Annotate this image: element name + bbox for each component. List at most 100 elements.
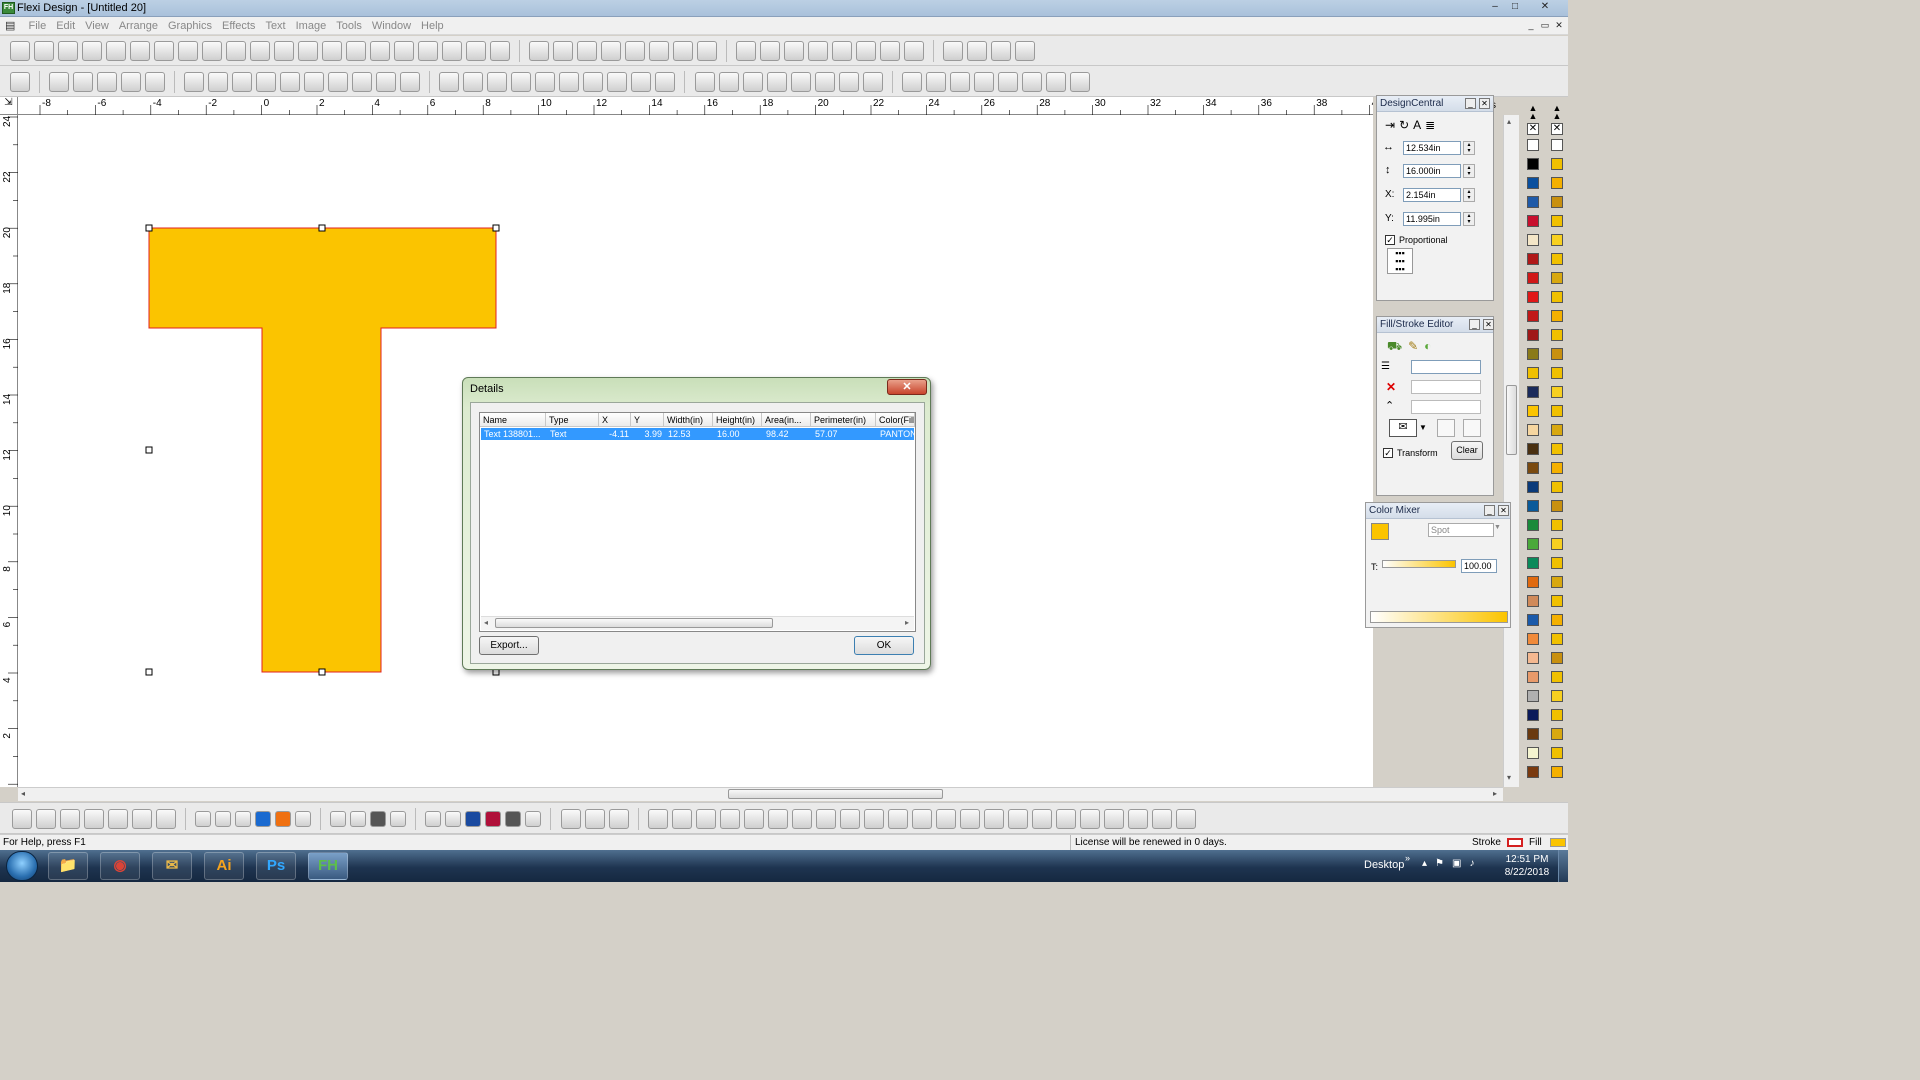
horizontal-ruler[interactable]: -8 -6 -4 -2 0 2 4 6 8 10 12 14 16 18 20 22 24 26 28 30 32 34 3… bbox=[18, 97, 1383, 115]
arc-tool-icon[interactable] bbox=[304, 72, 325, 92]
menu-arrange[interactable]: Arrange bbox=[114, 18, 163, 32]
mdi-close-button[interactable]: ✕ bbox=[1550, 19, 1568, 32]
palette-swatch[interactable] bbox=[1551, 709, 1563, 721]
distribute-h-icon[interactable] bbox=[901, 72, 922, 92]
align-tab-icon[interactable]: ≣ bbox=[1425, 118, 1439, 132]
palette-swatch[interactable] bbox=[1527, 652, 1539, 664]
scroll-down-icon[interactable]: ▾ bbox=[1507, 773, 1511, 782]
close-button[interactable]: ✕ bbox=[1536, 1, 1554, 14]
space-h-icon[interactable] bbox=[1045, 72, 1066, 92]
column-header-name[interactable]: Name bbox=[480, 413, 546, 427]
save-icon[interactable] bbox=[58, 41, 78, 61]
palette-swatch[interactable] bbox=[1551, 462, 1563, 474]
tint-gradient-bar[interactable] bbox=[1370, 611, 1508, 623]
subtract-icon[interactable] bbox=[790, 72, 811, 92]
palette-swatch[interactable] bbox=[1527, 253, 1539, 265]
distribute-left-icon[interactable] bbox=[925, 72, 946, 92]
scroll-right-icon[interactable]: ▸ bbox=[1493, 789, 1497, 798]
no-color-swatch[interactable]: ✕ bbox=[1527, 123, 1539, 135]
doc-icon[interactable]: ▤ bbox=[0, 17, 20, 32]
weld-tool-icon[interactable] bbox=[694, 72, 715, 92]
menu-edit[interactable]: Edit bbox=[51, 18, 80, 32]
align-center-h-icon[interactable] bbox=[832, 41, 853, 61]
copy-page-icon[interactable] bbox=[132, 809, 152, 829]
palette-swatch[interactable] bbox=[1551, 405, 1563, 417]
production-manager-icon[interactable] bbox=[154, 41, 174, 61]
column-header-perimeter[interactable]: Perimeter(in) bbox=[811, 413, 876, 427]
proportional-checkbox[interactable]: ✓ bbox=[1385, 235, 1395, 245]
taskbar-chrome-icon[interactable]: ◉ bbox=[100, 852, 140, 880]
anchor-grid-icon[interactable]: ▪▪▪ ▪▪▪ ▪▪▪ bbox=[1387, 248, 1413, 274]
palette-swatch[interactable] bbox=[1527, 709, 1539, 721]
panel-minimize-icon[interactable]: _ bbox=[1484, 505, 1495, 516]
palette-swatch[interactable] bbox=[1551, 481, 1563, 493]
panel-close-icon[interactable]: ✕ bbox=[1479, 98, 1490, 109]
corner-icon[interactable] bbox=[719, 809, 740, 829]
pen-icon[interactable]: ✎ bbox=[1408, 339, 1424, 353]
search-icon[interactable] bbox=[673, 41, 694, 61]
crop-tool-icon[interactable] bbox=[376, 72, 397, 92]
menu-graphics[interactable]: Graphics bbox=[163, 18, 217, 32]
rotate-tab-icon[interactable]: ↻ bbox=[1399, 118, 1413, 132]
send-icon[interactable] bbox=[178, 41, 198, 61]
break-apart-icon[interactable] bbox=[991, 41, 1012, 61]
panel-close-icon[interactable]: ✕ bbox=[1498, 505, 1509, 516]
redo-icon[interactable] bbox=[322, 41, 342, 61]
clock[interactable]: 12:51 PM 8/22/2018 bbox=[1500, 853, 1554, 879]
x-spinner[interactable]: ▴ ▾ bbox=[1463, 188, 1475, 202]
break-node-icon[interactable] bbox=[887, 809, 908, 829]
palette-swatch[interactable] bbox=[1551, 443, 1563, 455]
palette-swatch[interactable] bbox=[1527, 500, 1539, 512]
join-style-button[interactable] bbox=[1463, 419, 1481, 437]
distribute-middle-icon[interactable] bbox=[997, 72, 1018, 92]
palette-swatch[interactable] bbox=[1551, 690, 1563, 702]
cap-style-button[interactable] bbox=[1437, 419, 1455, 437]
scissors-icon[interactable] bbox=[202, 41, 222, 61]
palette-swatch[interactable] bbox=[1527, 766, 1539, 778]
polygon-tool-icon[interactable] bbox=[256, 72, 277, 92]
fill-icon[interactable] bbox=[529, 41, 550, 61]
palette-swatch[interactable] bbox=[1551, 519, 1563, 531]
palette-swatch[interactable] bbox=[1527, 595, 1539, 607]
height-spinner[interactable]: ▴ ▾ bbox=[1463, 164, 1475, 178]
transform-checkbox[interactable]: ✓ bbox=[1383, 448, 1393, 458]
palette-swatch[interactable] bbox=[1527, 139, 1539, 151]
palette-swatch[interactable] bbox=[1527, 405, 1539, 417]
menu-image[interactable]: Image bbox=[291, 18, 332, 32]
vertical-scrollbar[interactable]: ▴ ▾ bbox=[1503, 115, 1519, 787]
align-node-icon[interactable] bbox=[1031, 809, 1052, 829]
vertical-ruler[interactable]: 242220181614121086420 bbox=[0, 115, 18, 794]
column-header-color[interactable]: Color(Fill bbox=[876, 413, 915, 427]
text-baseline-icon[interactable] bbox=[904, 41, 925, 61]
cloud-icon[interactable] bbox=[466, 41, 486, 61]
new-icon[interactable] bbox=[10, 41, 30, 61]
node-edit-icon[interactable] bbox=[647, 809, 668, 829]
chevron-down-icon[interactable]: ▼ bbox=[1494, 524, 1501, 531]
menu-tools[interactable]: Tools bbox=[331, 18, 367, 32]
menu-file[interactable]: File bbox=[23, 18, 51, 32]
list-horizontal-scrollbar[interactable]: ◂ ▸ bbox=[481, 616, 914, 630]
exclude-icon[interactable] bbox=[814, 72, 835, 92]
handle-top-center[interactable] bbox=[318, 224, 326, 232]
align-bottom-icon[interactable] bbox=[808, 41, 829, 61]
contour-icon[interactable] bbox=[439, 72, 460, 92]
bevel-icon[interactable] bbox=[583, 72, 604, 92]
stroke-width-field[interactable] bbox=[1411, 380, 1481, 394]
arch-icon[interactable] bbox=[791, 809, 812, 829]
palette-swatch[interactable] bbox=[1527, 196, 1539, 208]
undo-list-icon[interactable] bbox=[298, 41, 318, 61]
multi-page-icon[interactable] bbox=[156, 809, 176, 829]
palette-swatch[interactable] bbox=[1527, 329, 1539, 341]
palette-swatch[interactable] bbox=[1551, 196, 1563, 208]
desktop-toolbar-label[interactable]: Desktop bbox=[1364, 859, 1404, 871]
eraser-tool-icon[interactable] bbox=[584, 809, 605, 829]
palette-swatch[interactable] bbox=[1527, 614, 1539, 626]
palette-swatch[interactable] bbox=[1527, 557, 1539, 569]
smooth-node-icon[interactable] bbox=[1103, 809, 1124, 829]
minimize-button[interactable]: – bbox=[1486, 1, 1504, 14]
scroll-left-icon[interactable]: ◂ bbox=[484, 618, 488, 627]
export-button[interactable]: Export... bbox=[479, 636, 539, 655]
clear-button[interactable]: Clear bbox=[1451, 441, 1483, 460]
house-tool-icon[interactable] bbox=[352, 72, 373, 92]
panel-minimize-icon[interactable]: _ bbox=[1469, 319, 1480, 330]
